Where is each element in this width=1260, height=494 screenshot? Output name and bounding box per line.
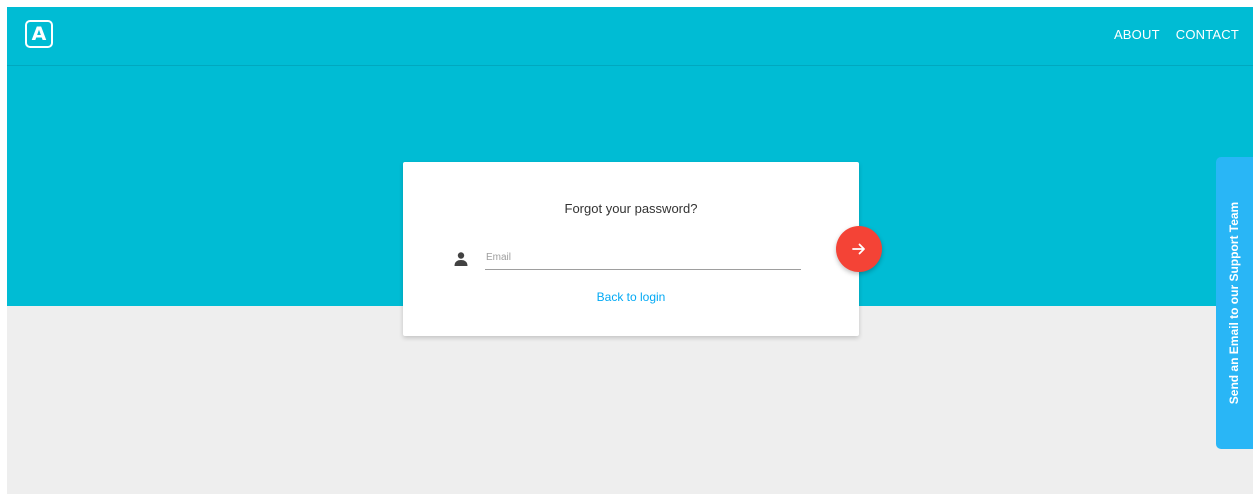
support-tab-label: Send an Email to our Support Team <box>1227 201 1242 405</box>
email-input[interactable] <box>485 245 801 270</box>
back-to-login-link[interactable]: Back to login <box>403 290 859 304</box>
support-email-tab[interactable]: Send an Email to our Support Team <box>1216 157 1253 449</box>
top-nav: ABOUT CONTACT <box>1114 27 1239 42</box>
logo[interactable]: A <box>25 20 53 48</box>
nav-contact-link[interactable]: CONTACT <box>1176 27 1239 42</box>
top-bar: A ABOUT CONTACT <box>7 7 1253 66</box>
page: A ABOUT CONTACT Forgot your password? Ba… <box>7 7 1253 494</box>
forgot-password-card: Forgot your password? Back to login <box>403 162 859 336</box>
person-icon <box>454 252 468 266</box>
arrow-right-icon <box>852 243 865 255</box>
hero-band: Forgot your password? Back to login <box>7 66 1253 336</box>
nav-about-link[interactable]: ABOUT <box>1114 27 1160 42</box>
card-title: Forgot your password? <box>564 201 698 216</box>
submit-button[interactable] <box>836 226 882 272</box>
